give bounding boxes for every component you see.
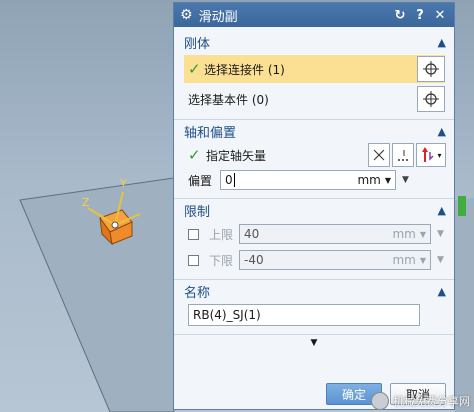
lower-unit-dropdown[interactable]: mm ▼ bbox=[392, 253, 426, 267]
crosshair-select-button[interactable] bbox=[417, 56, 445, 82]
select-connected-row[interactable]: ✓ 选择连接件 (1) bbox=[184, 55, 445, 83]
offset-input[interactable]: 0 mm ▼ bbox=[220, 170, 397, 190]
select-base-row[interactable]: 选择基本件 (0) bbox=[184, 85, 445, 113]
specify-vector-row: ✓ 指定轴矢量 ▾ bbox=[174, 142, 454, 168]
triad-y-label: Y bbox=[119, 177, 127, 190]
upper-limit-label: 上限 bbox=[209, 227, 234, 242]
specify-vector-label: 指定轴矢量 bbox=[206, 148, 267, 163]
collapse-chevron-icon[interactable]: ▲ bbox=[438, 125, 446, 138]
name-row: RB(4)_SJ(1) bbox=[174, 302, 454, 328]
dialog-titlebar: ⚙ 滑动副 ↻ ? ✕ bbox=[174, 3, 454, 27]
lower-limit-value: -40 bbox=[244, 253, 264, 267]
upper-limit-row: 上限 40 mm ▼ ▼ bbox=[174, 221, 454, 247]
upper-unit-dropdown[interactable]: mm ▼ bbox=[392, 227, 426, 241]
gear-icon[interactable]: ⚙ bbox=[180, 7, 193, 23]
red-purple-vector-icon bbox=[422, 147, 435, 162]
reverse-direction-button[interactable] bbox=[368, 143, 390, 167]
triad-origin bbox=[111, 221, 119, 229]
lower-limit-checkbox[interactable] bbox=[188, 254, 199, 266]
ground-plane-right bbox=[455, 198, 474, 412]
upper-limit-checkbox[interactable] bbox=[188, 228, 199, 240]
close-icon[interactable]: ✕ bbox=[432, 7, 448, 23]
crosshair-icon bbox=[423, 91, 439, 107]
collapse-chevron-icon[interactable]: ▲ bbox=[438, 204, 446, 217]
sliding-joint-dialog: ⚙ 滑动副 ↻ ? ✕ 刚体 ▲ ✓ 选择连接件 (1) 选择基本件 (0) 轴… bbox=[173, 2, 455, 410]
axis-offset-header-label: 轴和偏置 bbox=[184, 125, 237, 141]
offset-unit-dropdown[interactable]: mm ▼ bbox=[357, 173, 391, 187]
watermark: 机械免费分享网 bbox=[371, 392, 470, 410]
offset-row: 偏置 0 mm ▼ ▼ bbox=[174, 168, 454, 192]
offset-value: 0 bbox=[225, 173, 235, 187]
lower-unit: mm bbox=[392, 253, 416, 267]
help-icon[interactable]: ? bbox=[412, 7, 428, 23]
rigid-body-section-header[interactable]: 刚体 ▲ bbox=[174, 31, 454, 53]
limits-section-header[interactable]: 限制 ▲ bbox=[174, 198, 454, 221]
check-icon: ✓ bbox=[188, 60, 201, 78]
lower-limit-input[interactable]: -40 mm ▼ bbox=[239, 250, 432, 270]
rigid-body-header-label: 刚体 bbox=[184, 36, 211, 52]
watermark-text: 机械免费分享网 bbox=[393, 395, 470, 408]
green-marker bbox=[458, 196, 466, 216]
select-connected-label: 选择连接件 (1) bbox=[204, 62, 285, 77]
collapse-chevron-icon[interactable]: ▲ bbox=[438, 285, 446, 298]
upper-limit-input[interactable]: 40 mm ▼ bbox=[239, 224, 432, 244]
check-icon: ✓ bbox=[188, 146, 201, 164]
select-base-label: 选择基本件 (0) bbox=[188, 92, 269, 107]
expand-more-icon[interactable]: ▼ bbox=[311, 338, 318, 348]
offset-unit: mm bbox=[357, 173, 381, 187]
upper-limit-value: 40 bbox=[244, 227, 260, 241]
vector-dots-icon bbox=[398, 150, 408, 161]
upper-spin-button[interactable]: ▼ bbox=[437, 229, 444, 239]
name-input[interactable]: RB(4)_SJ(1) bbox=[188, 304, 420, 326]
upper-unit: mm bbox=[392, 227, 416, 241]
lower-limit-row: 下限 -40 mm ▼ ▼ bbox=[174, 247, 454, 273]
dialog-title: 滑动副 bbox=[198, 9, 238, 25]
crosshair-icon bbox=[423, 61, 439, 77]
lower-limit-label: 下限 bbox=[209, 253, 234, 268]
triad-z-label: Z bbox=[82, 196, 90, 209]
offset-spin-button[interactable]: ▼ bbox=[402, 175, 409, 185]
name-header-label: 名称 bbox=[184, 285, 211, 301]
watermark-logo-icon bbox=[371, 392, 389, 410]
limits-header-label: 限制 bbox=[184, 204, 211, 220]
collapse-chevron-icon[interactable]: ▲ bbox=[438, 36, 446, 49]
reset-icon[interactable]: ↻ bbox=[392, 7, 408, 23]
crosshair-select-base-button[interactable] bbox=[417, 86, 445, 112]
name-value: RB(4)_SJ(1) bbox=[193, 308, 261, 322]
lower-spin-button[interactable]: ▼ bbox=[437, 255, 444, 265]
name-section-header[interactable]: 名称 ▲ bbox=[174, 279, 454, 302]
more-options-bar[interactable]: ▼ bbox=[174, 334, 454, 351]
diagonal-arrows-icon bbox=[373, 149, 385, 161]
offset-label: 偏置 bbox=[188, 173, 213, 188]
inferred-vector-button[interactable] bbox=[392, 143, 414, 167]
vector-type-dropdown[interactable]: ▾ bbox=[416, 143, 446, 167]
axis-offset-section-header[interactable]: 轴和偏置 ▲ bbox=[174, 119, 454, 142]
